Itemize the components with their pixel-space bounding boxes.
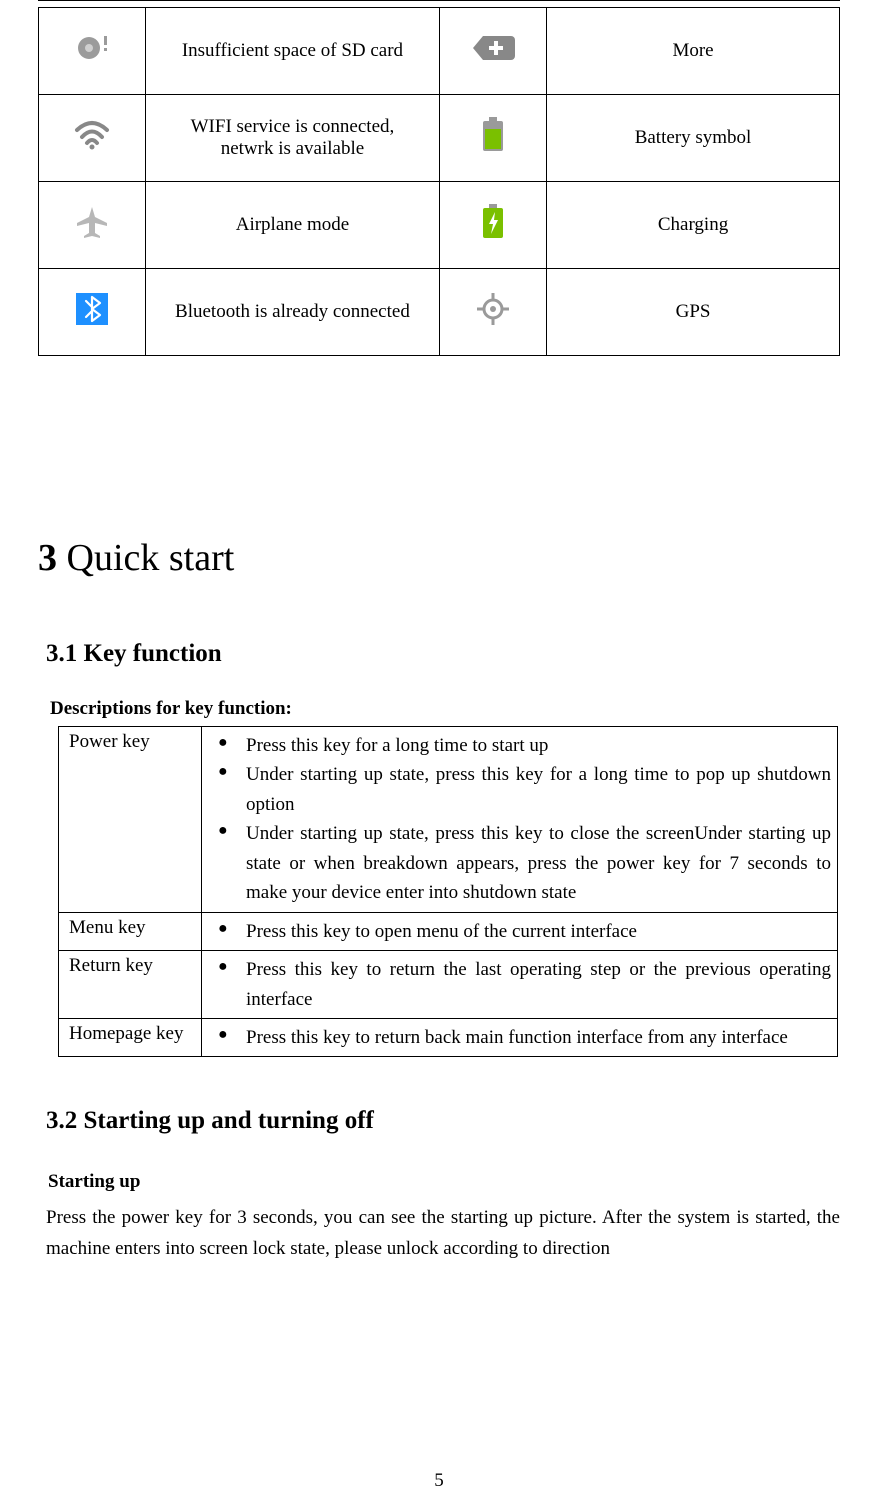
table-row: WIFI service is connected, netwrk is ava…: [39, 95, 840, 182]
table-row: Airplane mode Charging: [39, 182, 840, 269]
list-item: Press this key to return the last operat…: [212, 955, 831, 1014]
gps-icon: [439, 269, 546, 356]
list-item: Press this key to open menu of the curre…: [212, 917, 831, 946]
starting-up-subhead: Starting up: [48, 1171, 840, 1193]
airplane-icon: [39, 182, 146, 269]
gps-label: GPS: [547, 269, 840, 356]
subsection-3-2: 3.2 Starting up and turning off: [46, 1107, 840, 1135]
charging-label: Charging: [547, 182, 840, 269]
homepage-key-name: Homepage key: [59, 1018, 202, 1056]
homepage-key-desc: Press this key to return back main funct…: [202, 1018, 838, 1056]
return-key-name: Return key: [59, 951, 202, 1019]
key-function-desc-label: Descriptions for key function:: [50, 698, 840, 720]
list-item: Press this key for a long time to start …: [212, 731, 831, 760]
battery-label: Battery symbol: [547, 95, 840, 182]
charging-icon: [439, 182, 546, 269]
list-item: Under starting up state, press this key …: [212, 819, 831, 907]
section-heading: 3 Quick start: [38, 536, 840, 580]
starting-up-paragraph: Press the power key for 3 seconds, you c…: [46, 1203, 840, 1264]
list-item: Press this key to return back main funct…: [212, 1023, 831, 1052]
table-row: Insufficient space of SD card More: [39, 8, 840, 95]
airplane-label: Airplane mode: [146, 182, 439, 269]
bluetooth-icon: [39, 269, 146, 356]
table-row: Return key Press this key to return the …: [59, 951, 838, 1019]
table-row: Menu key Press this key to open menu of …: [59, 912, 838, 950]
subsection-3-1: 3.1 Key function: [46, 640, 840, 668]
wifi-label-line2: netwrk is available: [150, 138, 434, 160]
sd-card-full-label: Insufficient space of SD card: [146, 8, 439, 95]
menu-key-desc: Press this key to open menu of the curre…: [202, 912, 838, 950]
more-icon: [439, 8, 546, 95]
wifi-label: WIFI service is connected, netwrk is ava…: [146, 95, 439, 182]
wifi-label-line1: WIFI service is connected,: [150, 116, 434, 138]
table-row: Homepage key Press this key to return ba…: [59, 1018, 838, 1056]
sd-card-full-icon: [39, 8, 146, 95]
status-icon-table: Insufficient space of SD card More: [38, 7, 840, 356]
power-key-name: Power key: [59, 727, 202, 913]
bluetooth-label: Bluetooth is already connected: [146, 269, 439, 356]
battery-icon: [439, 95, 546, 182]
list-item: Under starting up state, press this key …: [212, 760, 831, 819]
page-number: 5: [0, 1470, 878, 1492]
return-key-desc: Press this key to return the last operat…: [202, 951, 838, 1019]
section-number: 3: [38, 537, 57, 579]
table-row: Bluetooth is already connected GPS: [39, 269, 840, 356]
menu-key-name: Menu key: [59, 912, 202, 950]
power-key-desc: Press this key for a long time to start …: [202, 727, 838, 913]
table-row: Power key Press this key for a long time…: [59, 727, 838, 913]
wifi-icon: [39, 95, 146, 182]
more-label: More: [547, 8, 840, 95]
key-function-table: Power key Press this key for a long time…: [58, 726, 838, 1057]
section-title: Quick start: [57, 537, 234, 579]
